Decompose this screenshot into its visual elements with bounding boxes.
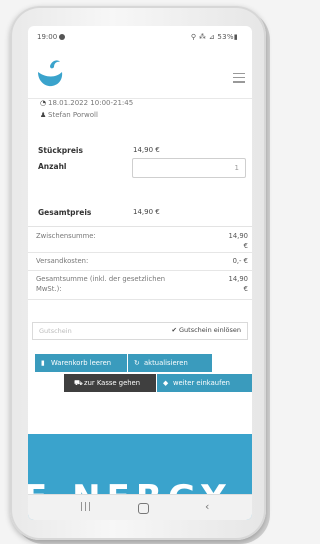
subtotal-amount: 14,90 (228, 232, 248, 240)
unit-price-value: 14,90 € (133, 146, 160, 154)
total-price-label: Gesamtpreis (38, 208, 92, 217)
grand-total-row: Gesamtsumme (inkl. der gesetzlichen MwSt… (28, 271, 252, 300)
subtotal-label: Zwischensumme: (36, 232, 96, 240)
shipping-amount: 0,- € (232, 257, 248, 265)
total-price-value: 14,90 € (133, 208, 160, 216)
grand-total-label: Gesamtsumme (inkl. der gesetzlichen (36, 275, 166, 283)
shipping-row: Versandkosten: 0,- € (28, 253, 252, 271)
subtotal-row: Zwischensumme: 14,90 € (28, 228, 252, 253)
home-icon[interactable] (138, 503, 149, 514)
quantity-input[interactable]: 1 (132, 158, 246, 178)
check-icon: ✔ (171, 326, 177, 334)
logo[interactable] (36, 58, 64, 92)
site-header (28, 48, 252, 99)
clear-cart-button[interactable]: ▮ Warenkorb leeren (35, 354, 127, 372)
system-nav-bar: ||| ‹ (28, 494, 252, 520)
order-person-text: Stefan Porwoll (48, 111, 98, 119)
status-indicators: ⚲ ⁂ ⊿ 53%▮ (190, 33, 238, 41)
order-date: ◔ 18.01.2022 10:00-21:45 (40, 99, 133, 107)
subtotal-currency: € (243, 242, 248, 250)
continue-shopping-button[interactable]: ◆ weiter einkaufen (157, 374, 252, 392)
status-time: 19:00 (37, 33, 58, 41)
continue-shopping-label: weiter einkaufen (173, 379, 230, 387)
clear-cart-label: Warenkorb leeren (51, 359, 112, 367)
clock-icon: ◔ (40, 99, 47, 107)
shipping-label: Versandkosten: (36, 257, 89, 265)
redeem-coupon-label: Gutschein einlösen (179, 326, 241, 334)
trash-icon: ▮ (41, 359, 45, 367)
grand-total-currency: € (243, 285, 248, 293)
cart-icon: ⛟ (74, 379, 83, 387)
phone-screen: 19:00 ⚲ ⁂ ⊿ 53%▮ ◔ 18.01.2022 10:00-21:45… (28, 26, 252, 520)
back-icon[interactable]: ‹ (205, 500, 209, 513)
coupon-input[interactable]: Gutschein (39, 327, 72, 335)
refresh-icon: ↻ (134, 359, 140, 367)
quantity-label: Anzahl (38, 162, 67, 171)
logo-icon (38, 60, 63, 87)
grand-total-amount: 14,90 (228, 275, 248, 283)
update-label: aktualisieren (144, 359, 188, 367)
coupon-box: Gutschein ✔ Gutschein einlösen (32, 322, 248, 340)
hamburger-menu-icon[interactable] (233, 73, 245, 86)
checkout-label: zur Kasse gehen (84, 379, 141, 387)
status-bar: 19:00 ⚲ ⁂ ⊿ 53%▮ (28, 26, 252, 48)
notification-icon (59, 34, 65, 40)
unit-price-label: Stückpreis (38, 146, 83, 155)
redeem-coupon-button[interactable]: ✔ Gutschein einlösen (171, 326, 241, 334)
order-person: ♟ Stefan Porwoll (40, 111, 98, 119)
update-button[interactable]: ↻ aktualisieren (128, 354, 212, 372)
tag-icon: ◆ (163, 379, 169, 387)
divider (28, 226, 252, 227)
order-date-text: 18.01.2022 10:00-21:45 (48, 99, 134, 107)
checkout-button[interactable]: ⛟zur Kasse gehen (64, 374, 156, 392)
recent-apps-icon[interactable]: ||| (80, 502, 92, 512)
user-icon: ♟ (40, 111, 47, 119)
grand-total-label-2: MwSt.): (36, 285, 62, 293)
